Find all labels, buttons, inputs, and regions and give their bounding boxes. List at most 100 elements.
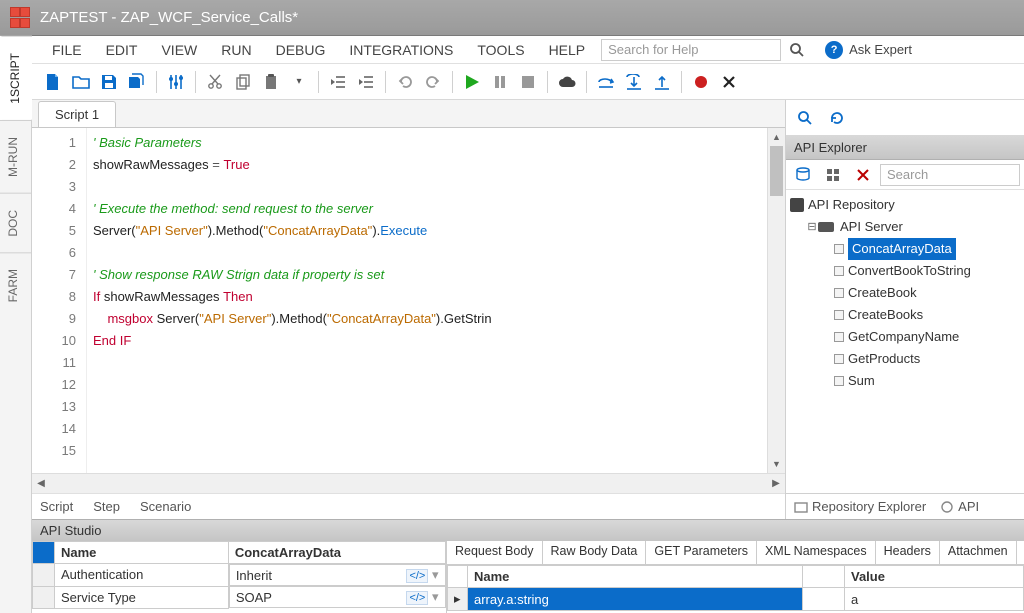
paste-dropdown-icon[interactable]: ▾ (286, 69, 312, 95)
tree-method-concatarraydata[interactable]: ConcatArrayData (790, 238, 1020, 260)
stop-icon[interactable] (515, 69, 541, 95)
side-tab-doc[interactable]: DOC (0, 193, 31, 253)
cloud-icon[interactable] (554, 69, 580, 95)
new-file-icon[interactable] (40, 69, 66, 95)
property-grid: NameConcatArrayData AuthenticationInheri… (32, 541, 447, 613)
copy-icon[interactable] (230, 69, 256, 95)
step-out-icon[interactable] (649, 69, 675, 95)
tree-method-sum[interactable]: Sum (790, 370, 1020, 392)
window-title: ZAPTEST - ZAP_WCF_Service_Calls* (40, 9, 298, 26)
menu-integrations[interactable]: INTEGRATIONS (337, 38, 465, 62)
scroll-up-icon[interactable]: ▲ (768, 128, 785, 146)
req-row-selected[interactable]: ▸array.a:string</>a (448, 588, 1024, 611)
code-editor[interactable]: 123456789101112131415 ' Basic Parameters… (32, 128, 785, 473)
settings-icon[interactable] (163, 69, 189, 95)
req-header-name: Name (468, 566, 803, 588)
tree-method-convertbooktostring[interactable]: ConvertBookToString (790, 260, 1020, 282)
open-icon[interactable] (68, 69, 94, 95)
ask-expert-label: Ask Expert (849, 42, 912, 57)
req-tab-body[interactable]: Request Body (447, 541, 543, 564)
tab-repo-explorer[interactable]: Repository Explorer (790, 497, 930, 516)
scroll-thumb[interactable] (770, 146, 783, 196)
api-grid-icon[interactable] (820, 162, 846, 188)
scroll-down-icon[interactable]: ▼ (768, 455, 785, 473)
ask-expert-link[interactable]: ? Ask Expert (825, 41, 912, 59)
record-icon[interactable] (688, 69, 714, 95)
api-delete-icon[interactable] (850, 162, 876, 188)
menu-tools[interactable]: TOOLS (465, 38, 536, 62)
request-grid: Name Value ▸array.a:string</>a (447, 565, 1024, 611)
side-tab-1script[interactable]: 1SCRIPT (0, 36, 32, 120)
request-tabs: Request Body Raw Body Data GET Parameter… (447, 541, 1024, 565)
pause-icon[interactable] (487, 69, 513, 95)
tree-method-getproducts[interactable]: GetProducts (790, 348, 1020, 370)
prop-service-name: Service Type (55, 586, 229, 608)
outdent-icon[interactable] (325, 69, 351, 95)
run-icon[interactable] (459, 69, 485, 95)
menu-edit[interactable]: EDIT (94, 38, 150, 62)
prop-header-name: Name (55, 542, 229, 564)
view-tab-script[interactable]: Script (40, 499, 73, 514)
tree-server[interactable]: ⊟API Server (790, 216, 1020, 238)
main-toolbar: ▾ (32, 64, 1024, 100)
api-search-icon[interactable] (792, 105, 818, 131)
menu-help[interactable]: HELP (537, 38, 598, 62)
menu-view[interactable]: VIEW (149, 38, 209, 62)
api-studio-title: API Studio (32, 520, 1024, 541)
menubar: FILE EDIT VIEW RUN DEBUG INTEGRATIONS TO… (32, 36, 1024, 64)
api-tree: API Repository ⊟API Server ConcatArrayDa… (786, 190, 1024, 396)
editor-tabstrip: Script 1 (32, 100, 785, 128)
cut-icon[interactable] (202, 69, 228, 95)
editor-view-tabs: Script Step Scenario (32, 493, 785, 519)
api-db-icon[interactable] (790, 162, 816, 188)
prop-auth-name: Authentication (55, 564, 229, 587)
menu-debug[interactable]: DEBUG (264, 38, 338, 62)
vertical-scrollbar[interactable]: ▲ ▼ (767, 128, 785, 473)
view-tab-scenario[interactable]: Scenario (140, 499, 191, 514)
horizontal-scrollbar[interactable]: ◀ ▶ (32, 473, 785, 493)
search-icon[interactable] (789, 42, 805, 58)
editor-tab-script1[interactable]: Script 1 (38, 101, 116, 127)
menu-file[interactable]: FILE (40, 38, 94, 62)
right-bottom-tabs: Repository Explorer API (786, 493, 1024, 519)
code-area[interactable]: ' Basic ParametersshowRawMessages = True… (87, 128, 785, 473)
help-search-input[interactable]: Search for Help (601, 39, 781, 61)
api-explorer-title: API Explorer (786, 136, 1024, 160)
view-tab-step[interactable]: Step (93, 499, 120, 514)
req-tab-xml[interactable]: XML Namespaces (757, 541, 876, 564)
request-panel: Request Body Raw Body Data GET Parameter… (447, 541, 1024, 613)
side-tab-mrun[interactable]: M-RUN (0, 120, 31, 193)
step-over-icon[interactable] (593, 69, 619, 95)
side-tab-farm[interactable]: FARM (0, 252, 31, 318)
paste-icon[interactable] (258, 69, 284, 95)
scroll-right-icon[interactable]: ▶ (767, 478, 785, 489)
redo-icon[interactable] (420, 69, 446, 95)
tree-root[interactable]: API Repository (790, 194, 1020, 216)
req-header-value: Value (845, 566, 1024, 588)
scroll-left-icon[interactable]: ◀ (32, 478, 50, 489)
api-explorer-toolbar: Search (786, 160, 1024, 190)
ask-expert-icon: ? (825, 41, 843, 59)
prop-auth-value[interactable]: Inherit</> ▾ (229, 564, 446, 586)
tree-method-createbooks[interactable]: CreateBooks (790, 304, 1020, 326)
tree-method-createbook[interactable]: CreateBook (790, 282, 1020, 304)
req-tab-raw[interactable]: Raw Body Data (543, 541, 647, 564)
stop-record-icon[interactable] (716, 69, 742, 95)
tree-method-getcompanyname[interactable]: GetCompanyName (790, 326, 1020, 348)
api-refresh-icon[interactable] (824, 105, 850, 131)
menu-run[interactable]: RUN (209, 38, 263, 62)
save-icon[interactable] (96, 69, 122, 95)
req-tab-attach[interactable]: Attachmen (940, 541, 1017, 564)
req-tab-headers[interactable]: Headers (876, 541, 940, 564)
api-studio-panel: API Studio NameConcatArrayData Authentic… (32, 519, 1024, 613)
api-search-input[interactable]: Search (880, 164, 1020, 186)
undo-icon[interactable] (392, 69, 418, 95)
save-all-icon[interactable] (124, 69, 150, 95)
req-tab-get[interactable]: GET Parameters (646, 541, 757, 564)
app-logo (10, 7, 32, 29)
right-toolbar (786, 100, 1024, 136)
step-into-icon[interactable] (621, 69, 647, 95)
tab-api[interactable]: API (936, 497, 983, 516)
indent-icon[interactable] (353, 69, 379, 95)
prop-service-value[interactable]: SOAP</> ▾ (229, 586, 446, 608)
